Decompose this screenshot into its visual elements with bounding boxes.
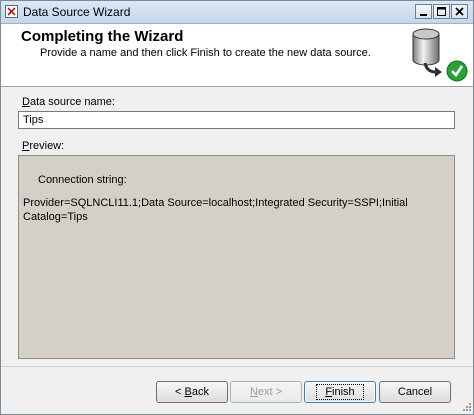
connection-string-value: Provider=SQLNCLI11.1;Data Source=localho… [23, 197, 408, 223]
finish-button-label: inish [332, 386, 355, 398]
app-icon [5, 5, 18, 18]
window-title: Data Source Wizard [23, 5, 131, 19]
page-title: Completing the Wizard [21, 28, 184, 45]
database-check-icon [412, 28, 468, 82]
page-subtitle: Provide a name and then click Finish to … [40, 47, 371, 59]
minimize-button[interactable] [415, 4, 432, 19]
connection-string-heading: Connection string: [38, 174, 127, 186]
connection-preview-box[interactable]: Connection string: Provider=SQLNCLI11.1;… [18, 155, 455, 359]
next-button-accesskey: N [249, 386, 258, 398]
wizard-header: Completing the Wizard Provide a name and… [1, 24, 473, 87]
minimize-icon [420, 14, 427, 16]
preview-label: Preview: [22, 140, 64, 152]
back-button-label: ack [191, 386, 209, 398]
button-bar: < Back Next > Finish Cancel [1, 366, 473, 415]
preview-label-text: review: [29, 140, 65, 152]
resize-grip-icon[interactable] [460, 402, 472, 414]
finish-button[interactable]: Finish [304, 381, 376, 403]
title-bar[interactable]: Data Source Wizard [1, 1, 473, 24]
maximize-button[interactable] [433, 4, 450, 19]
finish-focus-rect: Finish [316, 384, 364, 400]
maximize-icon [437, 7, 446, 16]
data-source-name-input[interactable] [18, 111, 455, 129]
next-button[interactable]: Next > [230, 381, 302, 403]
cancel-button[interactable]: Cancel [379, 381, 451, 403]
data-source-name-label: Data source name: [22, 96, 115, 108]
name-label-text: ata source name: [29, 96, 115, 108]
back-button[interactable]: < Back [156, 381, 228, 403]
close-icon [455, 7, 464, 16]
next-button-label: ext > [257, 386, 283, 398]
close-button[interactable] [451, 4, 468, 19]
back-button-prefix: < [175, 386, 185, 398]
name-label-accesskey: D [22, 96, 30, 108]
wizard-window: Data Source Wizard Completing the Wizard… [0, 0, 474, 415]
back-button-accesskey: B [184, 386, 192, 398]
